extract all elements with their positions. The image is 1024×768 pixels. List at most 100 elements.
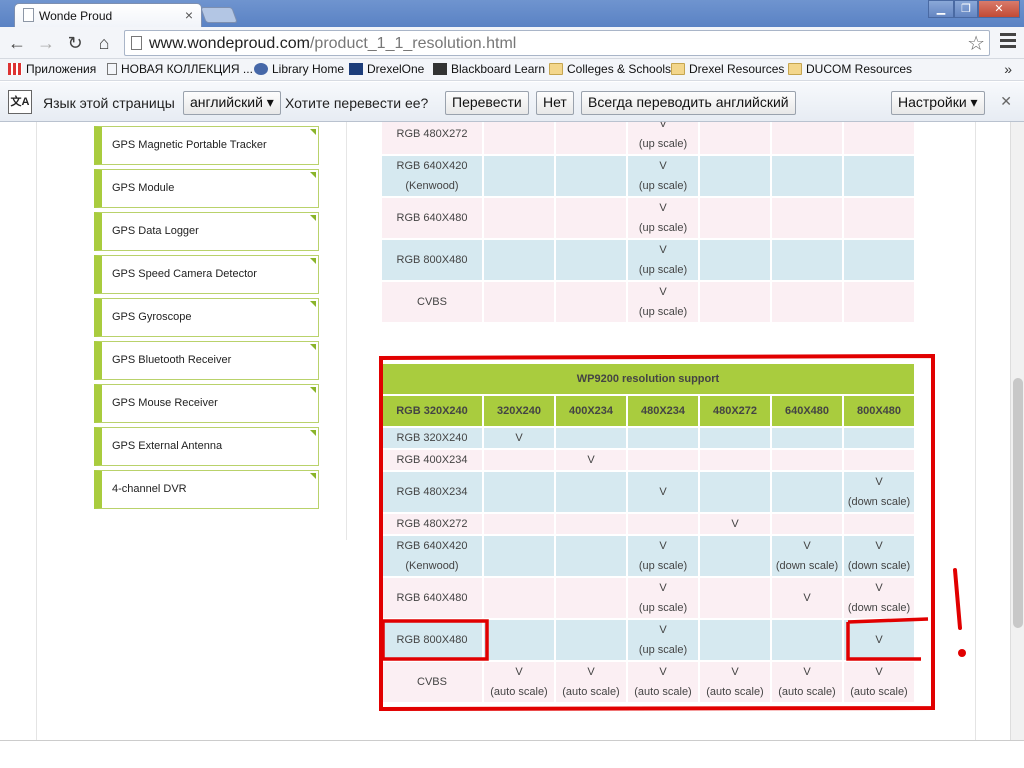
bookmark-collection[interactable]: НОВАЯ КОЛЛЕКЦИЯ ...: [107, 62, 253, 76]
sidebar-item[interactable]: 4-channel DVR: [94, 470, 319, 509]
table-title-row: WP9200 resolution support: [382, 364, 914, 394]
table-cell: V (auto scale): [700, 662, 770, 702]
cell-note: (up scale): [638, 138, 688, 150]
table-cell: [700, 282, 770, 322]
url-host: www.wondeproud.com: [149, 35, 310, 52]
table-cell: [556, 122, 626, 154]
bookmark-colleges-schools[interactable]: Colleges & Schools: [549, 62, 671, 76]
cell-mark: V: [659, 540, 667, 552]
table-cell: [556, 514, 626, 534]
translate-prompt: Язык этой страницы: [43, 95, 175, 111]
table-cell: [772, 428, 842, 448]
cell-mark: CVBS: [417, 296, 447, 308]
cell-mark: V: [659, 666, 667, 678]
row-label: CVBS: [382, 662, 482, 702]
bookmarks-bar: Приложения НОВАЯ КОЛЛЕКЦИЯ ... Library H…: [0, 59, 1024, 81]
column-header: RGB 320X240: [382, 396, 482, 426]
column-header: 400X234: [556, 396, 626, 426]
home-icon[interactable]: ⌂: [93, 32, 115, 54]
row-label: RGB 480X272: [382, 514, 482, 534]
table-row: RGB 640X420 (Kenwood) V (up scale) V (down sc…: [382, 536, 914, 576]
translate-button[interactable]: Перевести: [445, 91, 529, 115]
table-cell: [484, 620, 554, 660]
table-cell: [484, 472, 554, 512]
sidebar-item[interactable]: GPS Mouse Receiver: [94, 384, 319, 423]
back-icon[interactable]: ←: [6, 32, 28, 54]
cell-note: (up scale): [638, 560, 688, 572]
page-icon: [131, 36, 142, 50]
sidebar-item-label: GPS Mouse Receiver: [112, 397, 218, 409]
minimize-button[interactable]: ▁: [928, 0, 954, 18]
table-cell: [556, 282, 626, 322]
table-cell: [844, 198, 914, 238]
table-cell: [844, 450, 914, 470]
table-cell: V: [700, 514, 770, 534]
reload-icon[interactable]: ↻: [64, 32, 86, 54]
dropdown-arrow-icon: ▾: [970, 94, 978, 110]
bookmark-library-home[interactable]: Library Home: [254, 62, 344, 76]
bookmark-ducom-resources[interactable]: DUCOM Resources: [788, 62, 912, 76]
folder-icon: [671, 63, 685, 75]
table-cell: [556, 620, 626, 660]
table-cell: [700, 428, 770, 448]
bookmark-blackboard[interactable]: Blackboard Learn: [433, 62, 545, 76]
window-close-button[interactable]: ✕: [978, 0, 1020, 18]
close-icon[interactable]: ✕: [1000, 93, 1012, 110]
bookmark-label: НОВАЯ КОЛЛЕКЦИЯ ...: [121, 62, 253, 76]
bookmark-apps[interactable]: Приложения: [8, 62, 96, 76]
sidebar-item-label: GPS Speed Camera Detector: [112, 268, 257, 280]
cell-note: (up scale): [638, 222, 688, 234]
no-button[interactable]: Нет: [536, 91, 574, 115]
cell-note: (down scale): [847, 496, 911, 508]
sidebar-item[interactable]: GPS Data Logger: [94, 212, 319, 251]
table-row: RGB 480X272 V (up scale): [382, 122, 914, 154]
bookmark-drexel-resources[interactable]: Drexel Resources: [671, 62, 784, 76]
maximize-button[interactable]: ❐: [954, 0, 978, 18]
bookmark-star-icon[interactable]: ☆: [967, 31, 985, 56]
tab-close-icon[interactable]: ×: [185, 7, 193, 23]
table-cell: V: [844, 620, 914, 660]
corner-arrow-icon: [310, 387, 316, 393]
table-cell: [844, 282, 914, 322]
bookmark-drexelone[interactable]: DrexelOne: [349, 62, 424, 76]
table-cell: [556, 428, 626, 448]
sidebar-item-label: 4-channel DVR: [112, 483, 187, 495]
bookmark-label: Drexel Resources: [689, 62, 785, 76]
table-cell: V (down scale): [844, 536, 914, 576]
row-label: RGB 640X420 (Kenwood): [382, 156, 482, 196]
table-cell: [556, 240, 626, 280]
table-cell: [700, 122, 770, 154]
cell-mark: V: [803, 666, 811, 678]
chrome-menu-icon[interactable]: [1000, 33, 1016, 51]
cell-mark: V: [659, 286, 667, 298]
url-path: /product_1_1_resolution.html: [309, 35, 517, 52]
language-select[interactable]: английский ▾: [183, 91, 281, 115]
sidebar-item[interactable]: GPS Speed Camera Detector: [94, 255, 319, 294]
tab-wonde-proud[interactable]: Wonde Proud ×: [14, 3, 202, 27]
page-scrollbar[interactable]: [1010, 122, 1024, 740]
bookmarks-overflow-icon[interactable]: »: [1004, 61, 1012, 77]
new-tab-button[interactable]: [200, 7, 238, 23]
forward-icon[interactable]: →: [35, 32, 57, 54]
table-row: CVBS V (up scale): [382, 282, 914, 322]
sidebar-item[interactable]: GPS External Antenna: [94, 427, 319, 466]
table-title: WP9200 resolution support: [382, 364, 914, 394]
cell-mark: V: [875, 476, 883, 488]
always-translate-button[interactable]: Всегда переводить английский: [581, 91, 796, 115]
sidebar-item[interactable]: GPS Gyroscope: [94, 298, 319, 337]
sidebar-item[interactable]: GPS Module: [94, 169, 319, 208]
table-cell: [628, 450, 698, 470]
address-bar[interactable]: www.wondeproud.com/product_1_1_resolutio…: [124, 30, 990, 56]
table-cell: V (auto scale): [484, 662, 554, 702]
sidebar-item[interactable]: GPS Bluetooth Receiver: [94, 341, 319, 380]
folder-icon: [549, 63, 563, 75]
cell-mark: V: [659, 244, 667, 256]
cell-mark: V: [803, 540, 811, 552]
table-cell: [772, 282, 842, 322]
scrollbar-thumb[interactable]: [1013, 378, 1023, 628]
table-cell: [556, 156, 626, 196]
cell-note: (down scale): [847, 602, 911, 614]
settings-button[interactable]: Настройки ▾: [891, 91, 985, 115]
cell-note: (up scale): [638, 602, 688, 614]
sidebar-item[interactable]: GPS Magnetic Portable Tracker: [94, 126, 319, 165]
